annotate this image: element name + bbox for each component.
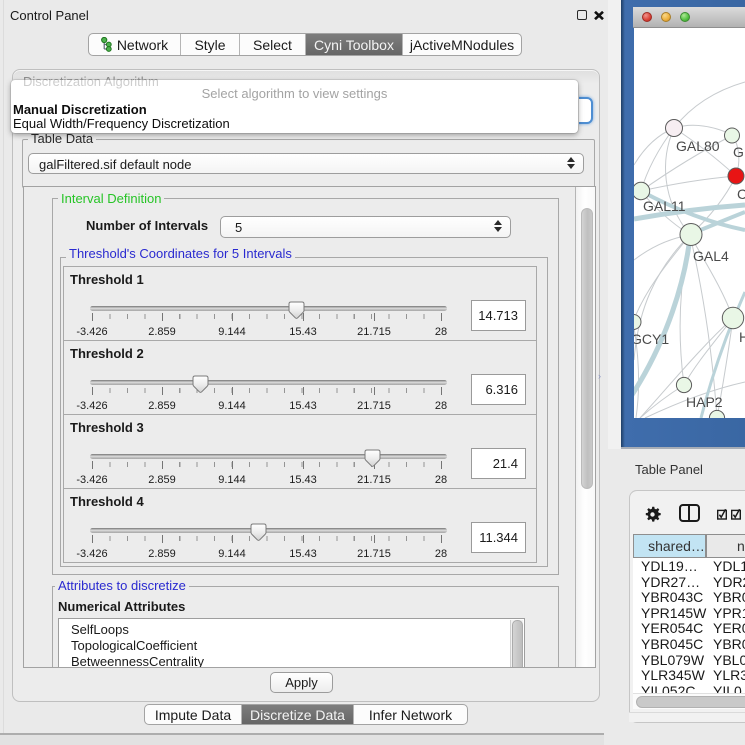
- svg-text:GAL80: GAL80: [676, 138, 720, 154]
- svg-text:C: C: [737, 186, 745, 202]
- svg-text:GAL11: GAL11: [643, 198, 686, 214]
- svg-text:G…: G…: [733, 144, 745, 160]
- svg-text:GCY1: GCY1: [634, 331, 669, 347]
- svg-text:HAP2: HAP2: [686, 394, 723, 410]
- svg-text:GAL4: GAL4: [693, 248, 729, 264]
- svg-text:H: H: [739, 329, 745, 345]
